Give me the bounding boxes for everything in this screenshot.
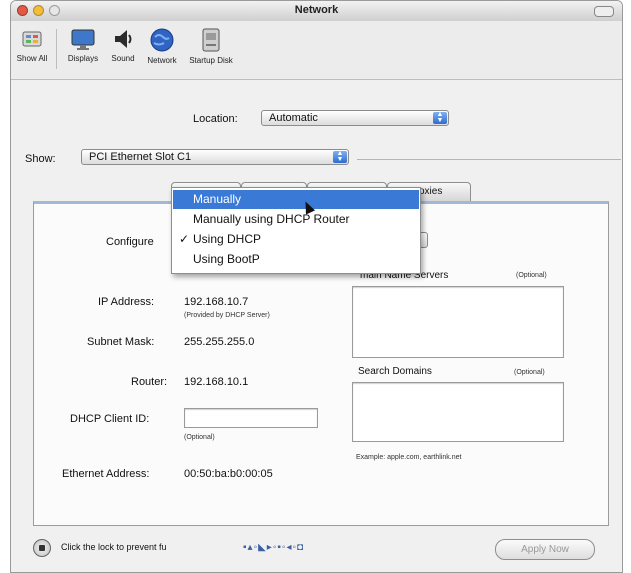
toolbar: Show All Displays Sound Network Startup … bbox=[11, 21, 622, 80]
lock-button[interactable] bbox=[33, 539, 51, 557]
menu-item-using-dhcp[interactable]: ✓ Using DHCP bbox=[173, 230, 419, 249]
dhcp-client-id-label: DHCP Client ID: bbox=[70, 413, 150, 425]
window-title: Network bbox=[294, 4, 339, 16]
search-domains-field[interactable] bbox=[352, 382, 564, 442]
lock-icon bbox=[39, 545, 45, 551]
startup-disk-icon bbox=[202, 28, 220, 52]
subnet-mask-label: Subnet Mask: bbox=[87, 336, 155, 348]
displays-icon bbox=[71, 29, 95, 50]
configure-menu[interactable]: Manually Manually using DHCP Router ✓ Us… bbox=[171, 187, 421, 274]
network-preferences-window: Network Show All Displays Sound Network … bbox=[10, 0, 623, 573]
toolbar-network[interactable]: Network bbox=[141, 27, 183, 65]
toolbar-show-all[interactable]: Show All bbox=[15, 27, 49, 63]
assistant-icon-strip: ▪▴◦◣▸◦▪◦◂◦◘ bbox=[243, 542, 305, 553]
toolbar-sound[interactable]: Sound bbox=[105, 27, 141, 63]
router-label: Router: bbox=[131, 376, 168, 388]
dhcp-client-id-note: (Optional) bbox=[184, 434, 215, 441]
checkmark-icon: ✓ bbox=[179, 232, 190, 246]
toolbar-displays[interactable]: Displays bbox=[63, 27, 103, 63]
network-icon bbox=[150, 28, 174, 52]
popup-arrows-icon: ▲ ▼ bbox=[333, 150, 347, 163]
toolbar-label: Displays bbox=[67, 54, 99, 63]
lock-text: Click the lock to prevent fu bbox=[61, 542, 167, 552]
location-label: Location: bbox=[193, 113, 238, 125]
dhcp-client-id-field[interactable] bbox=[184, 408, 318, 428]
toolbar-divider bbox=[56, 29, 57, 69]
separator-line bbox=[357, 159, 621, 160]
menu-item-label: Using DHCP bbox=[193, 232, 262, 246]
title-bar: Network bbox=[11, 1, 622, 22]
menu-item-manually[interactable]: Manually bbox=[173, 190, 419, 209]
search-domains-label: Search Domains bbox=[358, 366, 432, 377]
configure-label: Configure bbox=[106, 236, 154, 248]
toolbar-startup-disk[interactable]: Startup Disk bbox=[185, 27, 237, 65]
menu-item-label: Manually using DHCP Router bbox=[193, 212, 350, 226]
menu-item-using-bootp[interactable]: Using BootP bbox=[173, 250, 419, 269]
menu-item-manually-dhcp-router[interactable]: Manually using DHCP Router bbox=[173, 210, 419, 229]
search-domains-example: Example: apple.com, earthlink.net bbox=[356, 454, 462, 461]
apply-now-button[interactable]: Apply Now bbox=[495, 539, 595, 560]
show-value: PCI Ethernet Slot C1 bbox=[89, 151, 192, 163]
menu-item-label: Manually bbox=[193, 192, 242, 206]
ethernet-address-value: 00:50:ba:b0:00:05 bbox=[184, 468, 273, 480]
popup-arrows-icon: ▲ ▼ bbox=[433, 111, 447, 124]
toolbar-toggle-button[interactable] bbox=[594, 6, 614, 17]
toolbar-label: Network bbox=[147, 56, 177, 65]
ip-address-value: 192.168.10.7 bbox=[184, 296, 249, 308]
toolbar-label: Startup Disk bbox=[189, 56, 233, 65]
location-value: Automatic bbox=[269, 112, 318, 124]
dns-note: (Optional) bbox=[516, 272, 547, 279]
location-popup[interactable]: Automatic ▲ ▼ bbox=[261, 110, 449, 126]
dns-field[interactable] bbox=[352, 286, 564, 358]
ip-address-label: IP Address: bbox=[98, 296, 155, 308]
router-value: 192.168.10.1 bbox=[184, 376, 249, 388]
show-all-icon bbox=[22, 31, 42, 47]
toolbar-label: Sound bbox=[111, 54, 135, 63]
sound-icon bbox=[115, 30, 132, 48]
show-label: Show: bbox=[25, 153, 56, 165]
ip-address-note: (Provided by DHCP Server) bbox=[184, 312, 270, 319]
search-domains-note: (Optional) bbox=[514, 369, 545, 376]
show-popup[interactable]: PCI Ethernet Slot C1 ▲ ▼ bbox=[81, 149, 349, 165]
subnet-mask-value: 255.255.255.0 bbox=[184, 336, 255, 348]
ethernet-address-label: Ethernet Address: bbox=[62, 468, 150, 480]
toolbar-label: Show All bbox=[16, 54, 48, 63]
menu-item-label: Using BootP bbox=[193, 252, 260, 266]
